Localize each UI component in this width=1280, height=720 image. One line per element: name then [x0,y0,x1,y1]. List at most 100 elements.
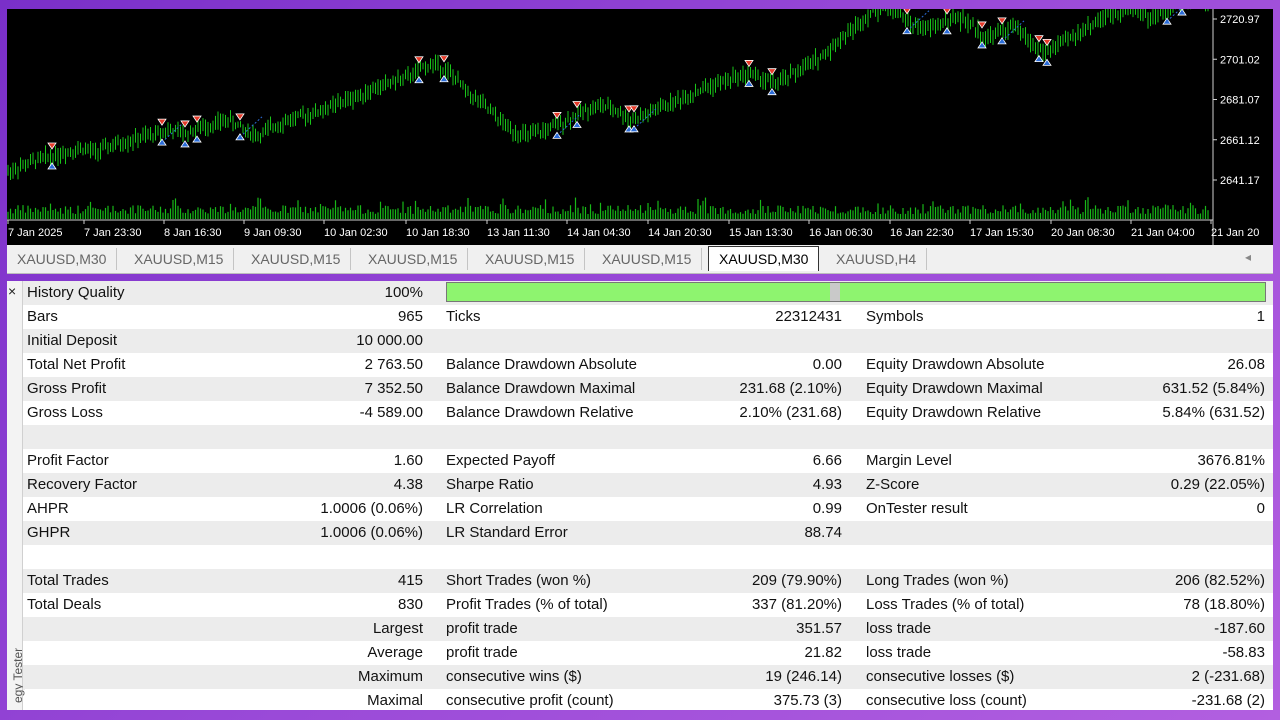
report-value-col2: 19 (246.14) [765,668,842,685]
sell-arrow-icon [180,120,190,128]
chart-tab[interactable]: XAUUSD,M15 [241,248,352,270]
report-value-col3: 78 (18.80%) [1183,596,1265,613]
report-value-col1: -4 589.00 [359,404,423,421]
report-label-col3: Equity Drawdown Absolute [866,356,1045,373]
report-value-col3: 2 (-231.68) [1191,668,1265,685]
chart-tab[interactable]: XAUUSD,H4 [826,248,928,270]
time-label: 16 Jan 06:30 [809,227,873,239]
report-value-col1: 1.0006 (0.06%) [320,524,423,541]
report-value-col2: 231.68 (2.10%) [739,380,842,397]
report-value-col3: -231.68 (2) [1191,692,1265,709]
report-label-col1: Total Net Profit [27,356,126,373]
report-label-col2: LR Correlation [446,500,543,517]
price-label: 2681.07 [1220,95,1260,107]
report-value-col1: 1.60 [393,452,423,469]
report-value-col2: 351.57 [796,620,842,637]
sell-arrow-icon [572,101,582,109]
buy-arrow-icon [192,135,202,143]
report-row: GHPR 1.0006 (0.06%) LR Standard Error 88.74 [23,521,1273,545]
report-label-col1: Total Deals [27,596,102,613]
chart-tab[interactable]: XAUUSD,M15 [358,248,469,270]
report-row: Average profit trade 21.82 loss trade -58.83 [23,641,1273,665]
time-label: 15 Jan 13:30 [729,227,793,239]
buy-arrow-icon [414,76,424,84]
report-value-col1: 4.38 [393,476,423,493]
price-label: 2701.02 [1220,54,1260,66]
volume-bars [7,197,1209,219]
time-label: 7 Jan 23:30 [84,227,142,239]
sell-arrow-icon [192,115,202,123]
report-value-col3: 631.52 (5.84%) [1162,380,1265,397]
time-label: 7 Jan 2025 [8,227,62,239]
report-value-col2: 4.93 [812,476,842,493]
report-row [23,425,1273,449]
report-value-col2: 22312431 [775,308,842,325]
sell-arrow-icon [157,118,167,126]
scroll-left-arrow-icon[interactable]: ◂ [1245,250,1251,264]
buy-arrow-icon [902,27,912,35]
report-value-col2: 88.74 [804,524,842,541]
chart-tab[interactable]: XAUUSD,M15 [475,248,586,270]
time-label: 9 Jan 09:30 [244,227,302,239]
price-label: 2661.12 [1220,135,1260,147]
sell-arrow-icon [1034,35,1044,43]
time-label: 14 Jan 04:30 [567,227,631,239]
history-quality-bar [446,282,1266,302]
report-value-col1: 2 763.50 [364,356,423,373]
report-label-col3: Symbols [866,308,924,325]
report-row: Largest profit trade 351.57 loss trade -187.… [23,617,1273,641]
report-value-col3: 26.08 [1227,356,1265,373]
history-quality-value: 100% [384,284,423,301]
chart-tab[interactable]: XAUUSD,M15 [592,248,703,270]
report-label-col1: Initial Deposit [27,332,118,349]
report-value-col2: 0.00 [812,356,842,373]
report-label-col3: Long Trades (won %) [866,572,1009,589]
buy-arrow-icon [439,75,449,83]
price-bars [7,9,1209,181]
report-label-col3: Equity Drawdown Relative [866,404,1042,421]
sell-arrow-icon [943,9,951,15]
report-value-col3: 0.29 (22.05%) [1170,476,1265,493]
chart-tab[interactable]: XAUUSD,M15 [124,248,235,270]
report-label-col1: Gross Profit [27,380,107,397]
report-label-col2: Profit Trades (% of total) [446,596,608,613]
report-value-col2: 21.82 [804,644,842,661]
report-value-col1: 10 000.00 [356,332,423,349]
report-label-col3: Loss Trades (% of total) [866,596,1025,613]
report-value-col1: 415 [397,572,423,589]
report-value-col2: 0.99 [812,500,842,517]
close-icon[interactable]: × [8,283,16,299]
report-value-col2: 6.66 [812,452,842,469]
report-label-col3: loss trade [866,644,932,661]
time-label: 13 Jan 11:30 [487,227,550,239]
report-label-col2: LR Standard Error [446,524,568,541]
sell-arrow-icon [235,113,245,121]
report-value-col1: 830 [397,596,423,613]
chart-tab-bar: XAUUSD,M30 XAUUSD,M15 XAUUSD,M15 XAUUSD,M15… [7,245,1273,274]
report-row: Bars 965 Ticks 22312431 Symbols 1 [23,305,1273,329]
report-label-col1: Gross Loss [27,404,103,421]
report-row: Profit Factor 1.60 Expected Payoff 6.66 Marg… [23,449,1273,473]
buy-arrow-icon [1034,54,1044,63]
report-label-col1: Total Trades [27,572,109,589]
sell-arrow-icon [47,142,57,150]
buy-arrow-icon [942,27,952,35]
report-value-col3: 3676.81% [1197,452,1265,469]
time-label: 17 Jan 15:30 [970,227,1034,239]
report-label-col2: Sharpe Ratio [446,476,534,493]
chart-tab[interactable]: XAUUSD,M30 [7,248,118,270]
report-row: Total Net Profit 2 763.50 Balance Drawdown… [23,353,1273,377]
report-row [23,545,1273,569]
report-label-col3: Z-Score [866,476,920,493]
report-label-col3: consecutive losses ($) [866,668,1015,685]
report-label-col3: consecutive loss (count) [866,692,1027,709]
price-chart[interactable]: 2720.97 2701.02 2681.07 2661.12 2641.17 7 Jan… [7,9,1273,245]
report-label-col1: GHPR [27,524,71,541]
buy-arrow-icon [572,120,582,128]
report-value-col3: -187.60 [1214,620,1265,637]
chart-tab[interactable]: XAUUSD,M30 [708,246,820,271]
report-label-col2: Balance Drawdown Maximal [446,380,636,397]
buy-arrow-icon [1042,58,1052,66]
report-label-col2: profit trade [446,644,518,661]
report-label-col3: Margin Level [866,452,952,469]
